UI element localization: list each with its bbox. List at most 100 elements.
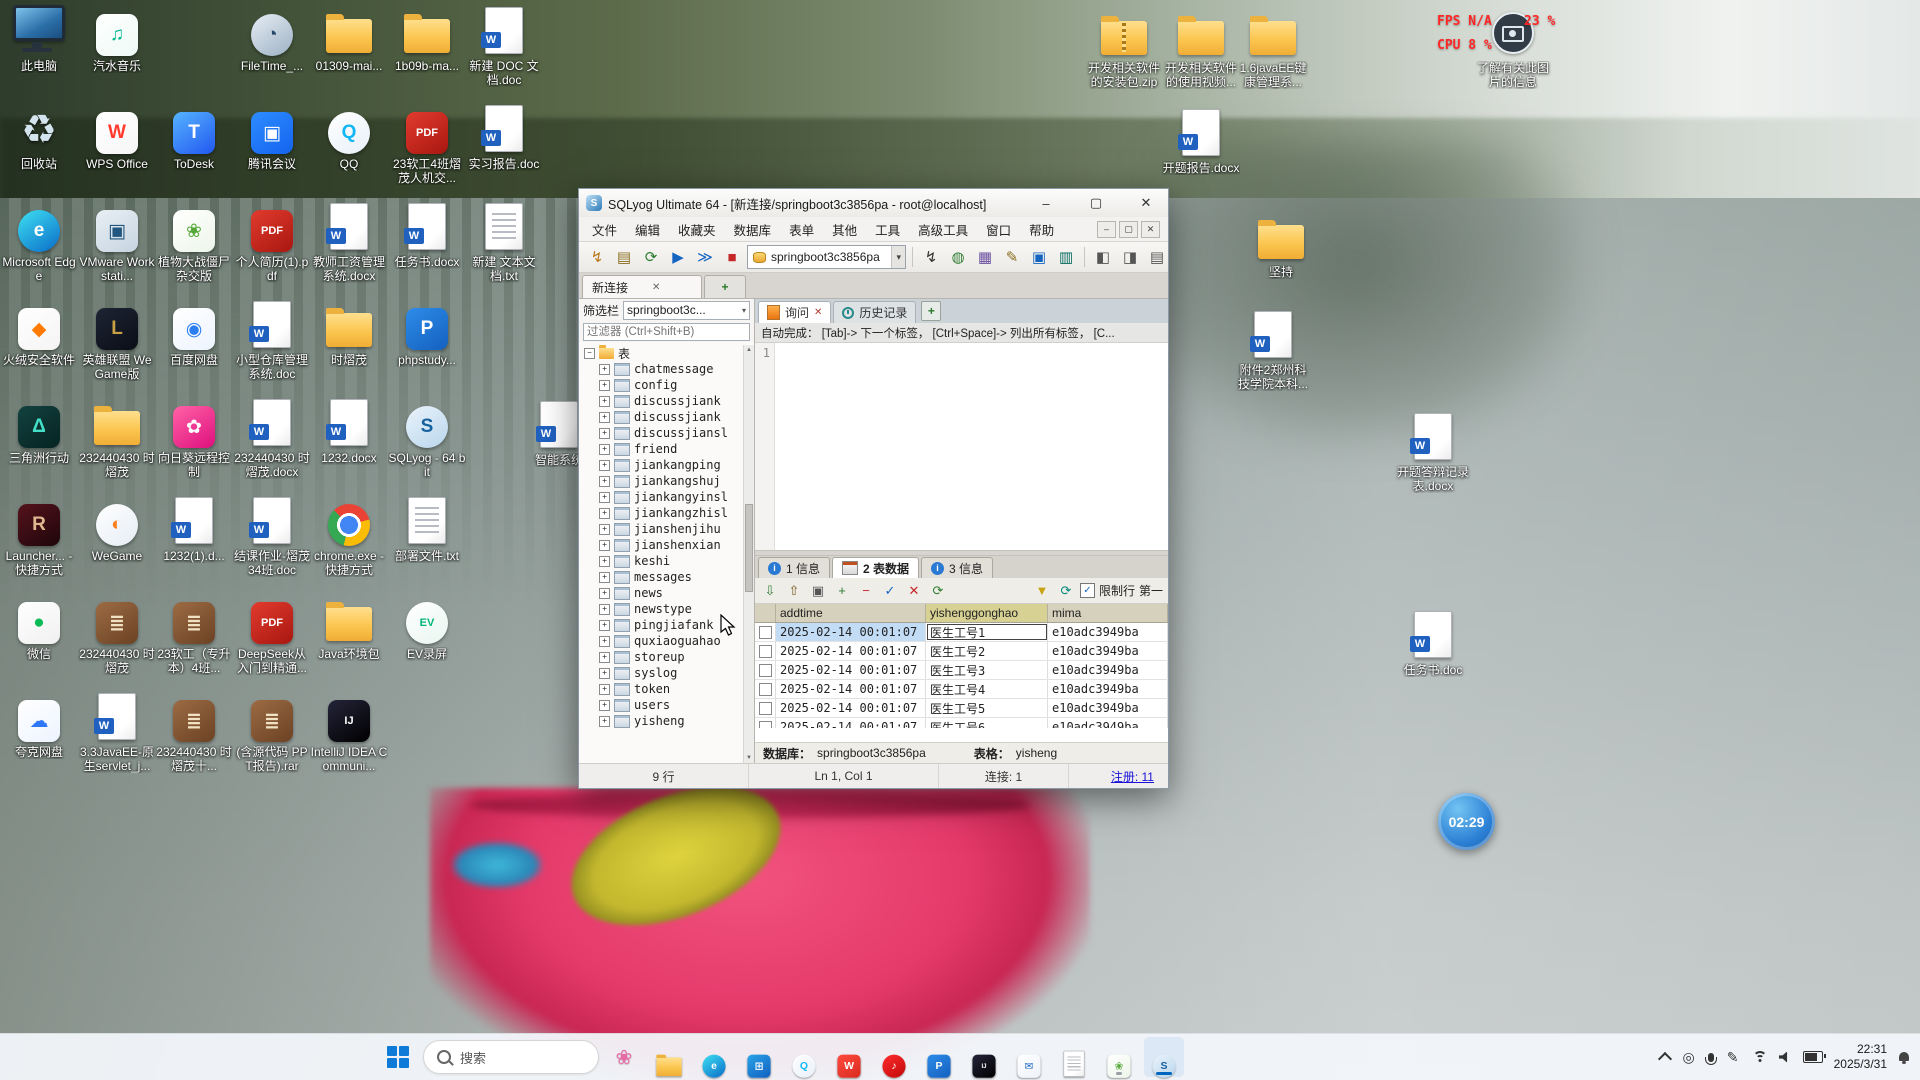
- expander-icon[interactable]: +: [599, 380, 610, 391]
- desktop-icon[interactable]: 232440430 时熠茂: [78, 398, 156, 479]
- desktop-icon[interactable]: ≣23软工（专升本）4班...: [155, 594, 233, 675]
- row-checkbox[interactable]: [759, 683, 772, 696]
- mdi-close-button[interactable]: ✕: [1141, 221, 1160, 238]
- tree-item[interactable]: +jianshenxian: [579, 537, 754, 553]
- expander-icon[interactable]: +: [599, 716, 610, 727]
- tree-item[interactable]: +config: [579, 377, 754, 393]
- desktop-icon[interactable]: PDF个人简历(1).pdf: [233, 202, 311, 283]
- tree-item[interactable]: +jiankangshuj: [579, 473, 754, 489]
- new-connection-tab-button[interactable]: +: [704, 275, 746, 298]
- tray-overflow-chevron-icon[interactable]: [1658, 1052, 1672, 1066]
- table-cell[interactable]: e10adc3949ba: [1048, 642, 1168, 660]
- expander-icon[interactable]: +: [599, 588, 610, 599]
- desktop-icon[interactable]: Pphpstudy...: [388, 300, 466, 367]
- taskbar-app-file-explorer[interactable]: [649, 1037, 689, 1077]
- menubar-item[interactable]: 帮助: [1020, 217, 1063, 242]
- desktop-icon[interactable]: IJIntelliJ IDEA Communi...: [310, 692, 388, 773]
- tree-item[interactable]: +token: [579, 681, 754, 697]
- refresh-object-browser-icon[interactable]: ⟳: [639, 245, 663, 269]
- tray-clock[interactable]: 22:31 2025/3/31: [1834, 1042, 1887, 1072]
- execute-all-queries-icon[interactable]: ≫: [693, 245, 717, 269]
- security-icon[interactable]: ◎: [1681, 1049, 1697, 1066]
- desktop-icon[interactable]: 开发相关软件的安装包.zip: [1085, 8, 1163, 89]
- table-cell[interactable]: 2025-02-14 00:01:07: [776, 642, 926, 660]
- start-button[interactable]: [378, 1037, 418, 1077]
- tree-item[interactable]: +chatmessage: [579, 361, 754, 377]
- desktop-icon[interactable]: EVEV录屏: [388, 594, 466, 661]
- desktop-icon[interactable]: ●微信: [0, 594, 78, 661]
- desktop-icon[interactable]: W232440430 时熠茂.docx: [233, 398, 311, 479]
- discard-changes-icon[interactable]: ✕: [904, 581, 924, 601]
- taskbar-app-edge-browser[interactable]: e: [694, 1037, 734, 1077]
- alter-table-icon[interactable]: ▦: [973, 245, 997, 269]
- desktop-icon[interactable]: chrome.exe - 快捷方式: [310, 496, 388, 577]
- taskbar-app-qq[interactable]: Q: [784, 1037, 824, 1077]
- sql-editor[interactable]: [775, 343, 1168, 550]
- desktop-icon[interactable]: SSQLyog - 64 bit: [388, 398, 466, 479]
- desktop-icon[interactable]: W任务书.doc: [1394, 610, 1472, 677]
- tree-item[interactable]: +news: [579, 585, 754, 601]
- expander-icon[interactable]: +: [599, 620, 610, 631]
- desktop-icon[interactable]: 1.6javaEE键康管理系...: [1234, 8, 1312, 89]
- desktop-icon[interactable]: W新建 DOC 文档.doc: [465, 6, 543, 87]
- sync-icon[interactable]: ⟳: [1056, 581, 1076, 601]
- tree-item[interactable]: +jianshenjihu: [579, 521, 754, 537]
- tab-messages-1[interactable]: i 1 信息: [758, 557, 830, 578]
- microphone-icon[interactable]: [1708, 1053, 1714, 1062]
- tree-item[interactable]: +jiankangping: [579, 457, 754, 473]
- toggle-query-editor-icon[interactable]: ▤: [1145, 245, 1168, 269]
- desktop-icon[interactable]: 01309-mai...: [310, 6, 388, 73]
- desktop-icon[interactable]: W1232.docx: [310, 398, 388, 465]
- menubar-item[interactable]: 收藏夹: [669, 217, 725, 242]
- close-button[interactable]: ✕: [1124, 189, 1168, 217]
- select-all-cell[interactable]: [755, 604, 776, 622]
- expander-icon[interactable]: +: [599, 364, 610, 375]
- tree-item[interactable]: +discussjiank: [579, 393, 754, 409]
- scroll-up-arrow-icon[interactable]: ▲: [744, 345, 754, 355]
- column-header[interactable]: yishenggonghao: [926, 604, 1048, 622]
- desktop-icon[interactable]: ▣腾讯会议: [233, 104, 311, 171]
- copy-database-icon[interactable]: ▣: [1027, 245, 1051, 269]
- desktop-icon[interactable]: W开题答辩记录表.docx: [1394, 412, 1472, 493]
- desktop-icon[interactable]: ◆火绒安全软件: [0, 300, 78, 367]
- menubar-item[interactable]: 文件: [583, 217, 626, 242]
- menubar-item[interactable]: 表单: [780, 217, 823, 242]
- table-cell[interactable]: 2025-02-14 00:01:07: [776, 718, 926, 728]
- desktop-icon[interactable]: QQQ: [310, 104, 388, 171]
- table-cell[interactable]: 医生工号3: [926, 661, 1048, 679]
- toggle-object-browser-icon[interactable]: ◧: [1091, 245, 1115, 269]
- desktop-icon[interactable]: W结课作业-熠茂34班.doc: [233, 496, 311, 577]
- window-titlebar[interactable]: S SQLyog Ultimate 64 - [新连接/springboot3c…: [579, 189, 1168, 217]
- expander-icon[interactable]: +: [599, 700, 610, 711]
- desktop-icon[interactable]: W开题报告.docx: [1162, 108, 1240, 175]
- dropdown-arrow-icon[interactable]: ▾: [891, 246, 905, 268]
- tree-item[interactable]: +jiankangyinsl: [579, 489, 754, 505]
- row-checkbox[interactable]: [759, 702, 772, 715]
- desktop-icon[interactable]: 1b09b-ma...: [388, 6, 466, 73]
- desktop-icon[interactable]: W1232(1).d...: [155, 496, 233, 563]
- mdi-minimize-button[interactable]: –: [1097, 221, 1116, 238]
- pen-icon[interactable]: ✎: [1725, 1049, 1741, 1066]
- menubar-item[interactable]: 数据库: [725, 217, 781, 242]
- desktop-icon[interactable]: ♫汽水音乐: [78, 6, 156, 73]
- wifi-icon[interactable]: [1752, 1051, 1768, 1063]
- desktop-icon[interactable]: W实习报告.doc: [465, 104, 543, 171]
- desktop-icon[interactable]: W任务书.docx: [388, 202, 466, 269]
- desktop-icon[interactable]: WWPS Office: [78, 104, 156, 171]
- stop-query-icon[interactable]: ■: [720, 245, 744, 269]
- search-box[interactable]: 搜索: [423, 1040, 599, 1074]
- refresh-data-icon[interactable]: ⟳: [928, 581, 948, 601]
- desktop-icon[interactable]: PDF23软工4班熠茂人机交...: [388, 104, 466, 185]
- tab-messages-3[interactable]: i 3 信息: [921, 557, 993, 578]
- menubar-item[interactable]: 工具: [866, 217, 909, 242]
- insert-update-icon[interactable]: ✎: [1000, 245, 1024, 269]
- floating-clock-widget[interactable]: 02:29: [1438, 793, 1495, 850]
- new-query-tab-button[interactable]: +: [921, 301, 941, 321]
- taskbar-app-pvz-game[interactable]: ❀: [1099, 1037, 1139, 1077]
- table-cell[interactable]: 医生工号5: [926, 699, 1048, 717]
- column-header[interactable]: addtime: [776, 604, 926, 622]
- menubar-item[interactable]: 其他: [823, 217, 866, 242]
- close-tab-icon[interactable]: ✕: [814, 307, 822, 318]
- filter-icon[interactable]: ▼: [1032, 581, 1052, 601]
- tree-item[interactable]: +keshi: [579, 553, 754, 569]
